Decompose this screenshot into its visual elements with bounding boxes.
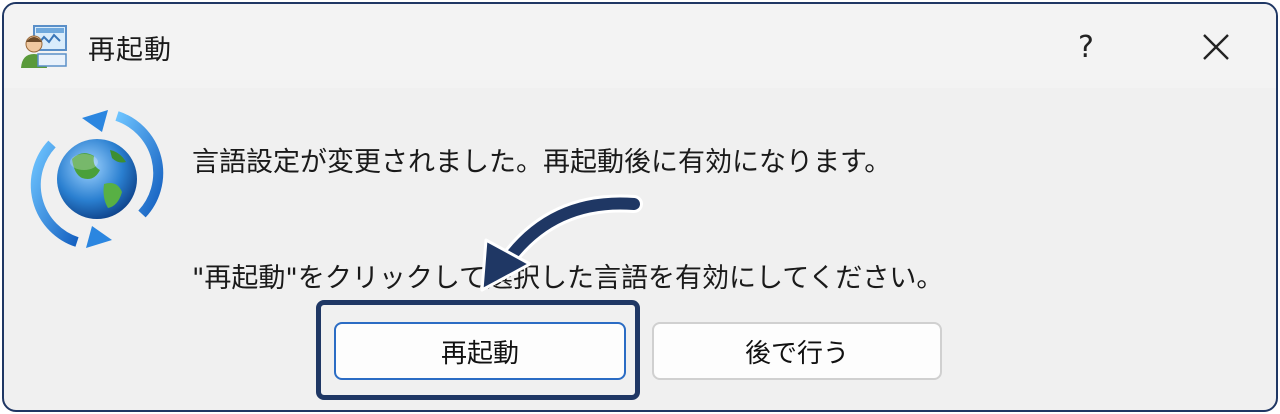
globe-refresh-icon bbox=[30, 110, 164, 248]
app-users-icon bbox=[21, 25, 67, 68]
close-icon bbox=[1203, 34, 1229, 60]
restart-dialog: 再起動 ? 言語設定が変更されました。再起動後に有効になります。 "再起動"をク… bbox=[2, 2, 1278, 412]
restart-button[interactable]: 再起動 bbox=[334, 322, 626, 380]
help-button[interactable]: ? bbox=[1054, 12, 1118, 82]
title-bar: 再起動 ? bbox=[4, 4, 1276, 88]
later-button[interactable]: 後で行う bbox=[652, 322, 942, 380]
annotation-arrow-icon bbox=[480, 194, 643, 292]
message-line-1: 言語設定が変更されました。再起動後に有効になります。 bbox=[192, 147, 892, 178]
window-title: 再起動 bbox=[88, 35, 172, 66]
close-button[interactable] bbox=[1176, 12, 1256, 82]
